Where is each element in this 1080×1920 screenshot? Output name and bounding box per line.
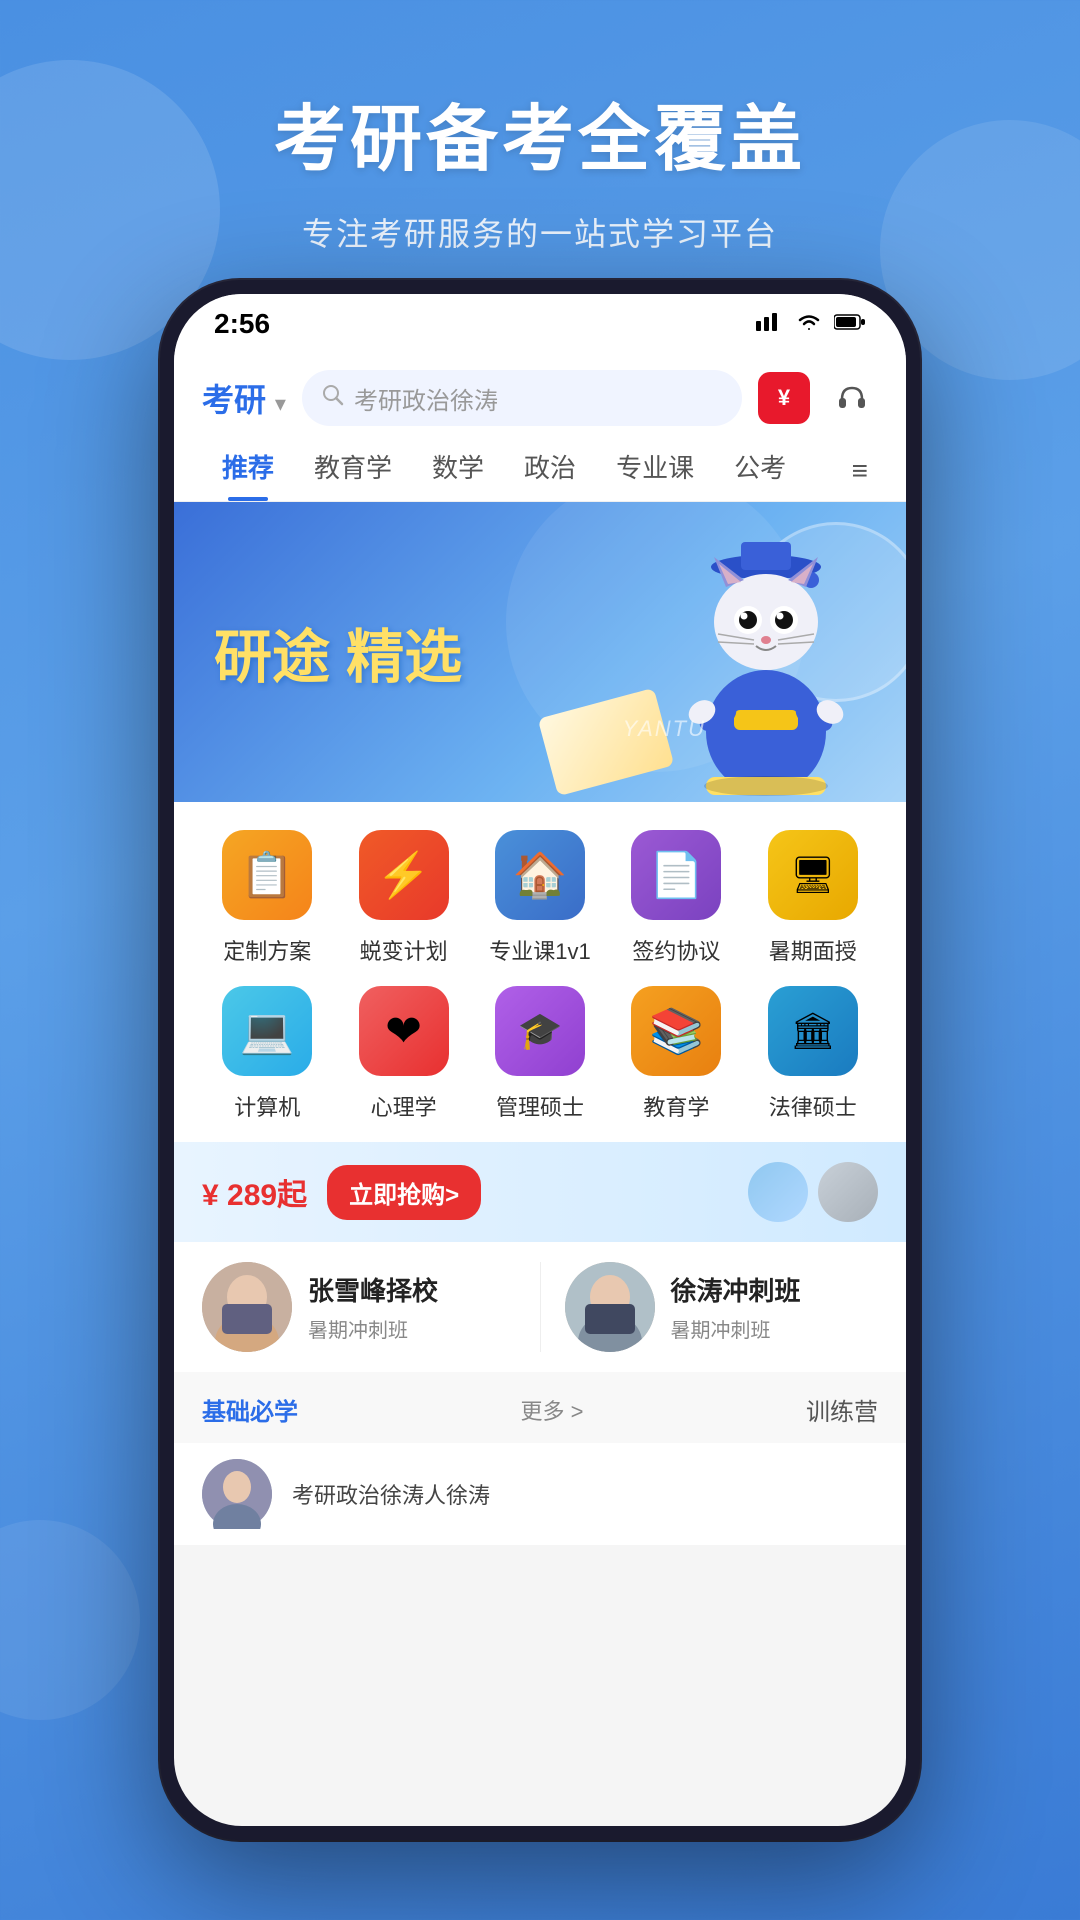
coupon-button[interactable]: ¥ xyxy=(758,372,810,424)
icon-label: 专业课1v1 xyxy=(489,934,590,966)
tab-math[interactable]: 数学 xyxy=(412,440,504,501)
card-section: 📋 定制方案 ⚡ 蜕变计划 🏠 专业课1v1 📄 签约协议 xyxy=(174,802,906,1142)
icon-label: 管理硕士 xyxy=(496,1090,584,1122)
list-item[interactable]: 🖥 暑期面授 xyxy=(750,830,876,966)
icon-transform: ⚡ xyxy=(359,830,449,920)
status-time: 2:56 xyxy=(214,308,270,340)
price-tag: ¥ 289起 xyxy=(202,1170,307,1214)
list-item[interactable]: 🏛 法律硕士 xyxy=(750,986,876,1122)
icon-computer: 💻 xyxy=(222,986,312,1076)
bg-circle-bottom-left xyxy=(0,1520,140,1720)
teacher-name-xu: 徐涛冲刺班 xyxy=(671,1271,801,1308)
icon-label: 蜕变计划 xyxy=(360,934,448,966)
icon-label: 定制方案 xyxy=(223,934,311,966)
search-icon xyxy=(322,384,344,412)
logo-text: 考研 ▾ xyxy=(202,375,286,421)
divider xyxy=(540,1262,541,1352)
nav-more-icon[interactable]: ≡ xyxy=(842,447,878,495)
phone-screen: 2:56 考研 ▾ xyxy=(174,294,906,1826)
banner: 研途 精选 YANTU xyxy=(174,502,906,802)
icon-label: 法律硕士 xyxy=(769,1090,857,1122)
list-item[interactable]: ⚡ 蜕变计划 xyxy=(340,830,466,966)
teacher-info-zhang: 张雪峰择校 暑期冲刺班 xyxy=(308,1271,438,1343)
list-item[interactable]: ❤ 心理学 xyxy=(340,986,466,1122)
teacher-name-zhang: 张雪峰择校 xyxy=(308,1271,438,1308)
icon-specialty1v1: 🏠 xyxy=(495,830,585,920)
icon-label: 暑期面授 xyxy=(769,934,857,966)
list-item[interactable]: 🎓 管理硕士 xyxy=(477,986,603,1122)
main-title: 考研备考全覆盖 xyxy=(0,80,1080,185)
icon-label: 计算机 xyxy=(234,1090,300,1122)
top-section: 考研备考全覆盖 专注考研服务的一站式学习平台 xyxy=(0,0,1080,255)
wifi-icon xyxy=(796,312,822,337)
sub-title: 专注考研服务的一站式学习平台 xyxy=(0,209,1080,255)
icon-label: 心理学 xyxy=(371,1090,437,1122)
tab-recommend[interactable]: 推荐 xyxy=(202,440,294,501)
status-icons xyxy=(756,311,866,337)
more-link[interactable]: 更多 > xyxy=(521,1394,584,1426)
list-item[interactable]: 📚 教育学 xyxy=(613,986,739,1122)
bt-avatar xyxy=(202,1459,272,1529)
header-icons: ¥ xyxy=(758,372,878,424)
promo-banner: ¥ 289起 立即抢购> xyxy=(174,1142,906,1242)
list-item[interactable]: 📋 定制方案 xyxy=(204,830,330,966)
banner-title: 研途 精选 xyxy=(214,610,462,694)
bottom-teacher-row: 考研政治徐涛人徐涛 xyxy=(174,1443,906,1545)
teacher-card-xu[interactable]: 徐涛冲刺班 暑期冲刺班 xyxy=(565,1262,879,1352)
search-text: 考研政治徐涛 xyxy=(354,381,498,416)
bt-text: 考研政治徐涛人徐涛 xyxy=(292,1478,490,1510)
teacher-info-xu: 徐涛冲刺班 暑期冲刺班 xyxy=(671,1271,801,1343)
list-item[interactable]: 📄 签约协议 xyxy=(613,830,739,966)
teacher-section: 张雪峰择校 暑期冲刺班 xyxy=(174,1242,906,1372)
headphone-button[interactable] xyxy=(826,372,878,424)
app-header: 考研 ▾ 考研政治徐涛 ¥ xyxy=(174,354,906,426)
list-item[interactable]: 💻 计算机 xyxy=(204,986,330,1122)
icon-psychology: ❤ xyxy=(359,986,449,1076)
icon-customize: 📋 xyxy=(222,830,312,920)
icon-label: 签约协议 xyxy=(632,934,720,966)
promo-avatar-1 xyxy=(748,1162,808,1222)
teacher-avatar-zhang xyxy=(202,1262,292,1352)
bottom-section: 基础必学 更多 > 训练营 xyxy=(174,1372,906,1443)
tab-politics[interactable]: 政治 xyxy=(504,440,596,501)
buy-button[interactable]: 立即抢购> xyxy=(327,1165,481,1220)
search-bar[interactable]: 考研政治徐涛 xyxy=(302,370,742,426)
battery-icon xyxy=(834,313,866,336)
nav-tabs: 推荐 教育学 数学 政治 专业课 公考 ≡ xyxy=(174,426,906,502)
teacher-avatar-xu xyxy=(565,1262,655,1352)
tab-specialty[interactable]: 专业课 xyxy=(596,440,714,501)
icon-education: 📚 xyxy=(631,986,721,1076)
icon-management: 🎓 xyxy=(495,986,585,1076)
list-item[interactable]: 🏠 专业课1v1 xyxy=(477,830,603,966)
teacher-desc-xu: 暑期冲刺班 xyxy=(671,1314,801,1343)
promo-deco xyxy=(748,1162,878,1222)
banner-text-area: 研途 精选 xyxy=(174,580,502,724)
icon-summer: 🖥 xyxy=(768,830,858,920)
icon-law: 🏛 xyxy=(768,986,858,1076)
teacher-card-zhang[interactable]: 张雪峰择校 暑期冲刺班 xyxy=(202,1262,516,1352)
icon-grid: 📋 定制方案 ⚡ 蜕变计划 🏠 专业课1v1 📄 签约协议 xyxy=(194,830,886,1122)
tab-civil[interactable]: 公考 xyxy=(714,440,806,501)
teacher-desc-zhang: 暑期冲刺班 xyxy=(308,1314,438,1343)
phone-wrapper: 2:56 考研 ▾ xyxy=(160,280,920,1840)
tab-education[interactable]: 教育学 xyxy=(294,440,412,501)
phone-frame: 2:56 考研 ▾ xyxy=(160,280,920,1840)
icon-contract: 📄 xyxy=(631,830,721,920)
banner-yantu-text: YANTU xyxy=(623,716,706,742)
icon-label: 教育学 xyxy=(643,1090,709,1122)
promo-avatar-2 xyxy=(818,1162,878,1222)
bottom-tab-training[interactable]: 训练营 xyxy=(806,1392,878,1427)
status-bar: 2:56 xyxy=(174,294,906,354)
bottom-tab-basic[interactable]: 基础必学 xyxy=(202,1392,298,1427)
mascot-cat xyxy=(656,522,876,802)
signal-icon xyxy=(756,311,784,337)
